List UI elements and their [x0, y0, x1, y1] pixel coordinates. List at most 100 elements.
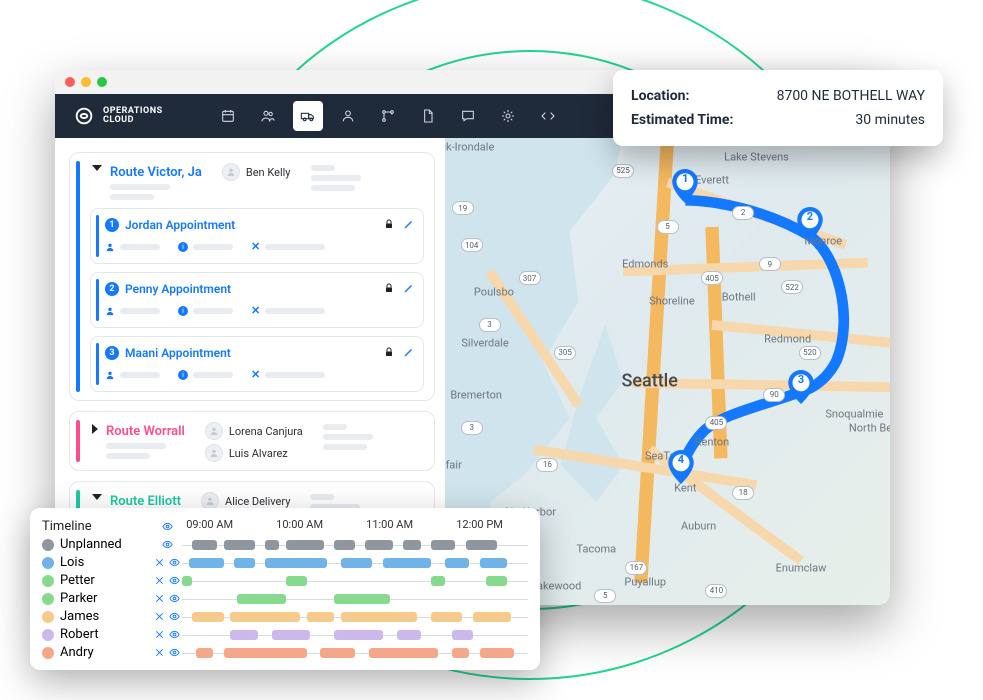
timeline-row-controls[interactable] [152, 539, 182, 550]
timeline-lane[interactable] [182, 574, 528, 588]
highway-shield: 2 [732, 206, 754, 220]
timeline-bar[interactable] [383, 558, 431, 568]
timeline-bar[interactable] [182, 576, 192, 586]
appointment-card[interactable]: 2Penny Appointmenti✕ [90, 272, 424, 328]
timeline-lane[interactable] [182, 538, 528, 552]
toolbar-code-button[interactable] [533, 101, 563, 131]
timeline-bar[interactable] [265, 540, 279, 550]
timeline-bar[interactable] [480, 648, 515, 658]
map-city-label: Bremerton [450, 388, 502, 401]
toolbar-file-button[interactable] [413, 101, 443, 131]
toolbar-gear-button[interactable] [493, 101, 523, 131]
toolbar-calendar-button[interactable] [213, 101, 243, 131]
toolbar-truck-button[interactable] [293, 101, 323, 131]
timeline-bar[interactable] [237, 594, 285, 604]
timeline-bar[interactable] [286, 540, 324, 550]
avatar-icon [205, 422, 223, 440]
assignee-name: Luis Alvarez [229, 447, 288, 460]
appointment-card[interactable]: 3Maani Appointmenti✕ [90, 336, 424, 392]
timeline-bar[interactable] [365, 540, 393, 550]
lock-icon [383, 215, 395, 234]
route-card-worrall[interactable]: Route WorrallLorena CanjuraLuis Alvarez [69, 411, 435, 471]
eye-icon [169, 575, 180, 586]
timeline-bar[interactable] [224, 648, 307, 658]
timeline-row-controls[interactable] [152, 593, 182, 604]
x-icon: ✕ [251, 304, 260, 317]
edit-icon[interactable] [403, 279, 415, 298]
timeline-bar[interactable] [230, 612, 299, 622]
edit-icon[interactable] [403, 343, 415, 362]
caret-down-icon[interactable] [92, 165, 102, 171]
timeline-lane[interactable] [182, 646, 528, 660]
timeline-bar[interactable] [234, 558, 255, 568]
edit-icon[interactable] [403, 215, 415, 234]
appointment-card[interactable]: 1Jordan Appointmenti✕ [90, 208, 424, 264]
timeline-row-controls[interactable] [152, 575, 182, 586]
timeline-bar[interactable] [431, 540, 455, 550]
toolbar-users-button[interactable] [253, 101, 283, 131]
timeline-bar[interactable] [397, 630, 421, 640]
assignee-row: Lorena Canjura [205, 422, 303, 440]
timeline-bar[interactable] [320, 648, 355, 658]
collapse-icon [154, 575, 165, 586]
branch-icon [380, 108, 396, 124]
avatar-icon [222, 163, 240, 181]
code-icon [540, 108, 556, 124]
timeline-bar[interactable] [445, 558, 469, 568]
timeline-bar[interactable] [265, 558, 327, 568]
collapse-icon [154, 611, 165, 622]
timeline-bar[interactable] [196, 648, 213, 658]
timeline-bar[interactable] [230, 630, 258, 640]
x-icon: ✕ [251, 240, 260, 253]
location-tooltip: Location: 8700 NE BOTHELL WAY Estimated … [613, 70, 943, 146]
timeline-row-label: Petter [42, 573, 152, 588]
map-city-label: Monroe [804, 234, 842, 247]
timeline-bar[interactable] [431, 612, 462, 622]
timeline-bar[interactable] [480, 558, 508, 568]
timeline-bar[interactable] [369, 648, 438, 658]
timeline-lane[interactable] [182, 556, 528, 570]
timeline-bar[interactable] [486, 576, 507, 586]
eye-icon [169, 557, 180, 568]
timeline-lane[interactable] [182, 610, 528, 624]
window-maximize-button[interactable] [97, 77, 107, 87]
caret-down-icon[interactable] [92, 494, 102, 500]
route-card-victor[interactable]: Route Victor, JaBen Kelly1Jordan Appoint… [69, 152, 435, 401]
timeline-bar[interactable] [334, 594, 389, 604]
timeline-bar[interactable] [341, 612, 417, 622]
tooltip-eta-label: Estimated Time: [631, 112, 733, 128]
timeline-bar[interactable] [334, 630, 382, 640]
timeline-row-controls[interactable] [152, 629, 182, 640]
timeline-bar[interactable] [473, 612, 511, 622]
timeline-bar[interactable] [403, 540, 420, 550]
window-minimize-button[interactable] [81, 77, 91, 87]
timeline-lane[interactable] [182, 628, 528, 642]
timeline-bar[interactable] [307, 612, 335, 622]
timeline-row-controls[interactable] [152, 611, 182, 622]
timeline-bar[interactable] [431, 576, 445, 586]
timeline-header-visibility[interactable] [152, 521, 182, 532]
timeline-bar[interactable] [341, 558, 372, 568]
toolbar-chat-button[interactable] [453, 101, 483, 131]
timeline-bar[interactable] [272, 630, 310, 640]
toolbar-branch-button[interactable] [373, 101, 403, 131]
timeline-bar[interactable] [452, 630, 473, 640]
caret-right-icon[interactable] [92, 424, 98, 434]
highway-shield: 16 [536, 458, 558, 472]
timeline-bar[interactable] [189, 558, 224, 568]
timeline-row-controls[interactable] [152, 647, 182, 658]
timeline-bar[interactable] [224, 540, 255, 550]
window-close-button[interactable] [65, 77, 75, 87]
map-city-label: Lake Stevens [724, 150, 789, 163]
timeline-bar[interactable] [192, 540, 216, 550]
timeline-bar[interactable] [286, 576, 307, 586]
timeline-row-controls[interactable] [152, 557, 182, 568]
timeline-bar[interactable] [334, 540, 355, 550]
toolbar-person-button[interactable] [333, 101, 363, 131]
timeline-bar[interactable] [466, 540, 497, 550]
timeline-lane[interactable] [182, 592, 528, 606]
timeline-bar[interactable] [192, 612, 223, 622]
timeline-hours: 09:00 AM10:00 AM11:00 AM12:00 PM [182, 518, 528, 534]
timeline-bar[interactable] [452, 648, 469, 658]
timeline-row-label: Andry [42, 645, 152, 660]
